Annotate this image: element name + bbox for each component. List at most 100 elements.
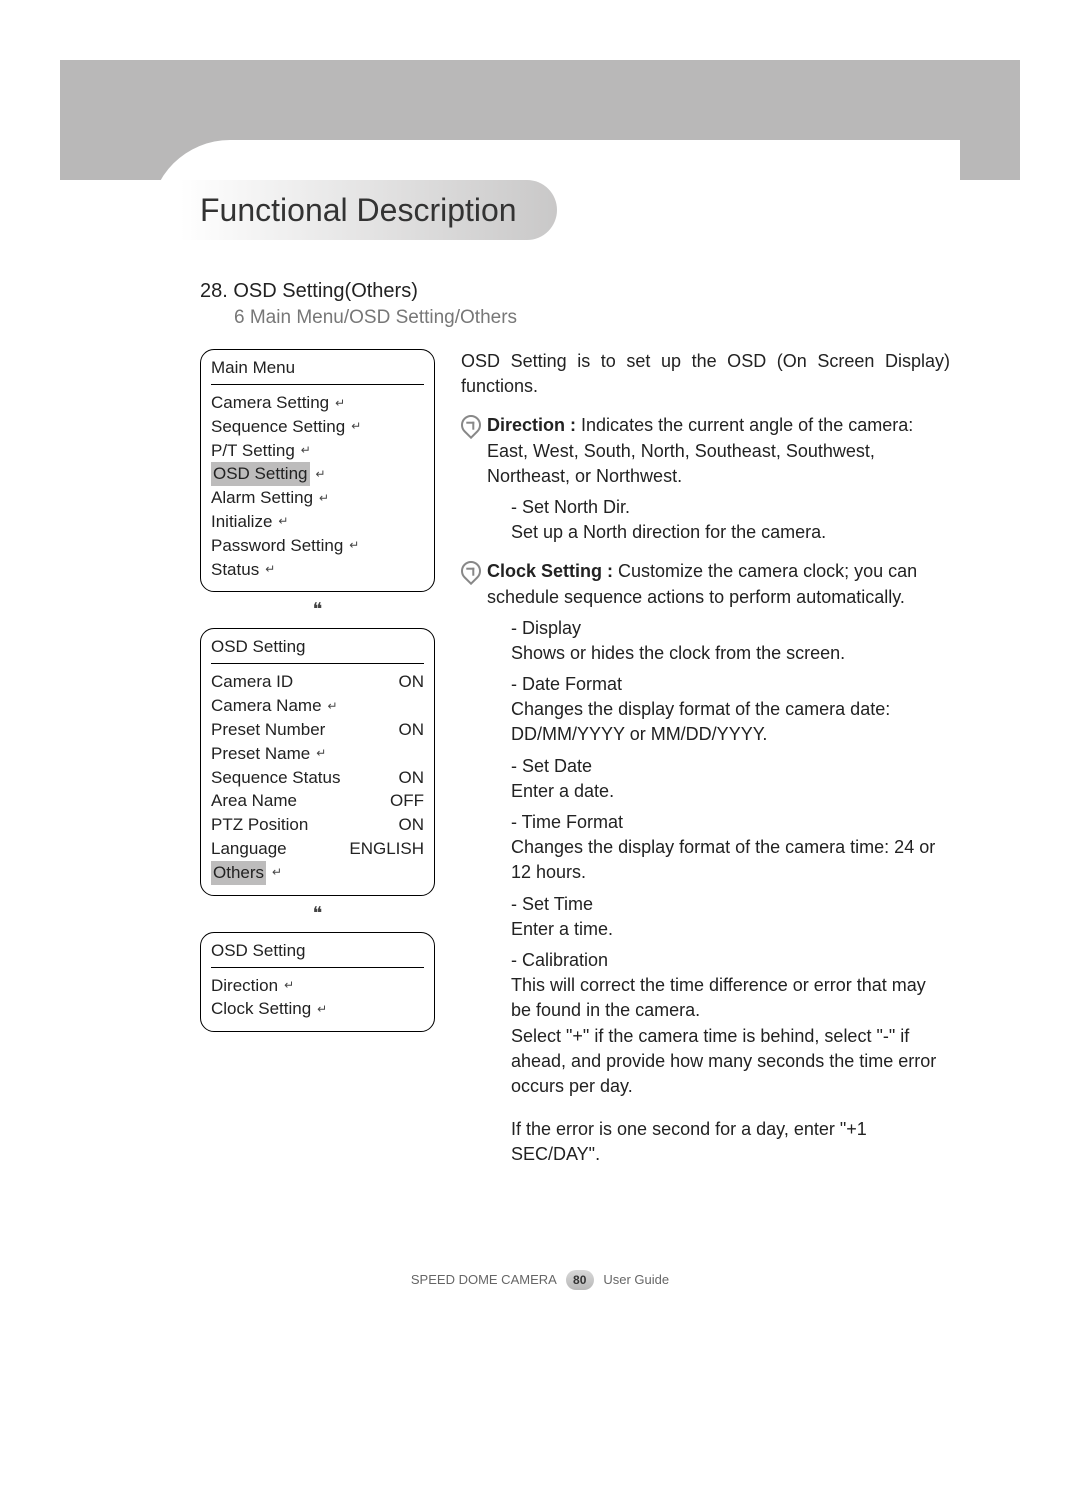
footer: SPEED DOME CAMERA 80 User Guide <box>0 1270 1080 1290</box>
clock-block: Clock Setting : Customize the camera clo… <box>461 559 950 1167</box>
menu-item: Initialize ↵ <box>211 510 424 534</box>
menu-item: Direction ↵ <box>211 974 424 998</box>
menu-item-label: Camera Setting <box>211 391 329 415</box>
osd-menu-box-2: OSD Setting Direction ↵ Clock Setting ↵ <box>200 932 435 1033</box>
submenu-icon: ↵ <box>351 418 361 435</box>
section-title: 28. OSD Setting(Others) <box>200 280 950 303</box>
down-arrow-icon: ❝ <box>200 904 435 922</box>
submenu-icon: ↵ <box>349 537 359 554</box>
menu-item-label: Status <box>211 558 259 582</box>
submenu-icon: ↵ <box>301 442 311 459</box>
menu-item: Language ENGLISH <box>211 837 424 861</box>
clock-sub-text: Enter a date. <box>511 779 950 804</box>
arrow-bullet-icon <box>457 557 485 585</box>
description-column: OSD Setting is to set up the OSD (On Scr… <box>461 349 950 1167</box>
clock-sub-text: This will correct the time difference or… <box>511 973 950 1099</box>
arrow-bullet-icon <box>457 411 485 439</box>
section-number: 28. <box>200 280 228 302</box>
clock-sub-text: Shows or hides the clock from the screen… <box>511 641 950 666</box>
menu-item-value: ON <box>399 766 425 790</box>
clock-sub-text: Changes the display format of the camera… <box>511 697 950 747</box>
menu-item: Status ↵ <box>211 558 424 582</box>
set-north-text: Set up a North direction for the camera. <box>511 520 950 545</box>
menu-item-label: Initialize <box>211 510 272 534</box>
main-menu-box: Main Menu Camera Setting↵Sequence Settin… <box>200 349 435 592</box>
footer-right: User Guide <box>603 1272 669 1287</box>
menu-item: Preset Name↵ <box>211 742 424 766</box>
menu-item-label: Sequence Setting <box>211 415 345 439</box>
menu-item-label: Camera Name <box>211 694 322 718</box>
menu-item: PTZ Position ON <box>211 813 424 837</box>
footer-left: SPEED DOME CAMERA <box>411 1272 556 1287</box>
clock-sub-text: Changes the display format of the camera… <box>511 835 950 885</box>
clock-sub-item: - CalibrationThis will correct the time … <box>511 948 950 1099</box>
menu-item: Sequence Status ON <box>211 766 424 790</box>
menu-item-label: P/T Setting <box>211 439 295 463</box>
menu-item: Alarm Setting ↵ <box>211 486 424 510</box>
set-north-label: - Set North Dir. <box>511 495 950 520</box>
menu-item: Area NameOFF <box>211 789 424 813</box>
menu-item-value: ON <box>399 718 425 742</box>
menu-item-label: Camera ID <box>211 670 293 694</box>
menu-item: Clock Setting ↵ <box>211 997 424 1021</box>
clock-sub-label: - Date Format <box>511 672 950 697</box>
menu-item: Others ↵ <box>211 861 424 885</box>
submenu-icon: ↵ <box>278 513 288 530</box>
menu-item-label: Direction <box>211 974 278 998</box>
menu-item: Password Setting ↵ <box>211 534 424 558</box>
clock-sub-text: Enter a time. <box>511 917 950 942</box>
menu-item-label: Others <box>211 861 266 885</box>
clock-sub-item: - Set TimeEnter a time. <box>511 892 950 942</box>
breadcrumb: 6 Main Menu/OSD Setting/Others <box>234 307 950 329</box>
menu-item: Camera Name↵ <box>211 694 424 718</box>
body: 28. OSD Setting(Others) 6 Main Menu/OSD … <box>200 280 950 1167</box>
menu-item: Camera ID ON <box>211 670 424 694</box>
clock-sub-label: - Set Date <box>511 754 950 779</box>
menu-item-label: Area Name <box>211 789 297 813</box>
menu-item: OSD Setting ↵ <box>211 462 424 486</box>
menu-item-label: Clock Setting <box>211 997 311 1021</box>
clock-sub-item: - Set DateEnter a date. <box>511 754 950 804</box>
submenu-icon: ↵ <box>284 977 294 994</box>
clock-sub-label: - Time Format <box>511 810 950 835</box>
menu-item-label: Preset Number <box>211 718 325 742</box>
menu-item-label: Password Setting <box>211 534 343 558</box>
clock-sub-label: - Set Time <box>511 892 950 917</box>
breadcrumb-path: Main Menu/OSD Setting/Others <box>250 307 517 328</box>
menu-item-label: Alarm Setting <box>211 486 313 510</box>
clock-sub-label: - Display <box>511 616 950 641</box>
menu-item-value: ON <box>399 670 425 694</box>
page-number: 80 <box>566 1270 594 1290</box>
clock-label: Clock Setting : <box>487 561 613 581</box>
menu-item: Sequence Setting ↵ <box>211 415 424 439</box>
menu-item: Preset Number ON <box>211 718 424 742</box>
menu-title: OSD Setting <box>211 941 424 961</box>
enter-icon: ↵ <box>272 864 282 881</box>
enter-icon: ↵ <box>316 466 326 483</box>
submenu-icon: ↵ <box>265 561 275 578</box>
clock-sub-label: - Calibration <box>511 948 950 973</box>
direction-block: Direction : Indicates the current angle … <box>461 413 950 545</box>
submenu-icon: ↵ <box>335 395 345 412</box>
direction-label: Direction : <box>487 415 576 435</box>
menu-item: Camera Setting ↵ <box>211 391 424 415</box>
menu-item-value: ON <box>399 813 425 837</box>
menu-item-label: Language <box>211 837 287 861</box>
clock-sub-item: - Date FormatChanges the display format … <box>511 672 950 748</box>
menu-item-label: Sequence Status <box>211 766 340 790</box>
menu-column: Main Menu Camera Setting↵Sequence Settin… <box>200 349 435 1167</box>
submenu-icon: ↵ <box>319 490 329 507</box>
menu-item-label: OSD Setting <box>211 462 310 486</box>
clock-sub-item: - DisplayShows or hides the clock from t… <box>511 616 950 666</box>
menu-title: Main Menu <box>211 358 424 378</box>
menu-item: P/T Setting ↵ <box>211 439 424 463</box>
intro-text: OSD Setting is to set up the OSD (On Scr… <box>461 349 950 399</box>
down-arrow-icon: ❝ <box>200 600 435 618</box>
page-heading: Functional Description <box>180 180 557 240</box>
menu-item-label: PTZ Position <box>211 813 308 837</box>
osd-menu-box-1: OSD Setting Camera IDONCamera Name↵Prese… <box>200 628 435 895</box>
menu-item-value: ENGLISH <box>349 837 424 861</box>
submenu-icon: ↵ <box>317 1001 327 1018</box>
section-name: OSD Setting(Others) <box>233 280 418 302</box>
page: Functional Description 28. OSD Setting(O… <box>0 0 1080 1490</box>
